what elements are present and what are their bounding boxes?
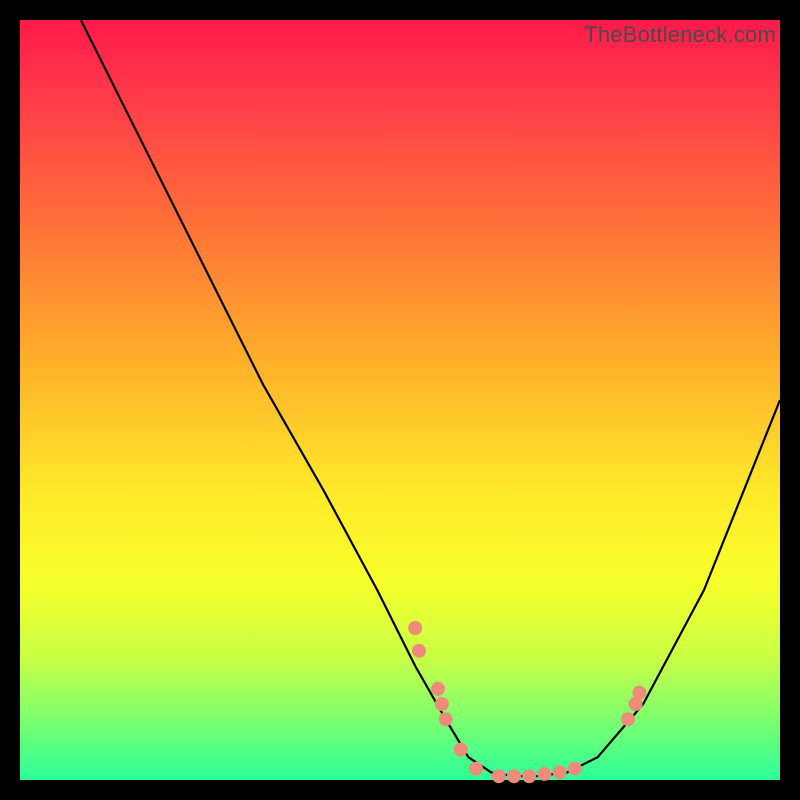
data-point — [469, 762, 483, 776]
data-point — [537, 767, 551, 781]
data-point — [454, 743, 468, 757]
data-point — [439, 712, 453, 726]
data-point — [621, 712, 635, 726]
chart-frame: TheBottleneck.com — [20, 20, 780, 780]
data-point — [431, 682, 445, 696]
data-point — [568, 762, 582, 776]
data-point — [553, 765, 567, 779]
data-point — [435, 697, 449, 711]
data-point — [412, 644, 426, 658]
data-point — [408, 621, 422, 635]
data-point — [507, 769, 521, 783]
bottleneck-curve — [81, 20, 780, 776]
data-point — [522, 769, 536, 783]
data-point — [632, 686, 646, 700]
chart-overlay-svg — [20, 20, 780, 780]
data-points-group — [408, 621, 646, 783]
data-point — [492, 769, 506, 783]
